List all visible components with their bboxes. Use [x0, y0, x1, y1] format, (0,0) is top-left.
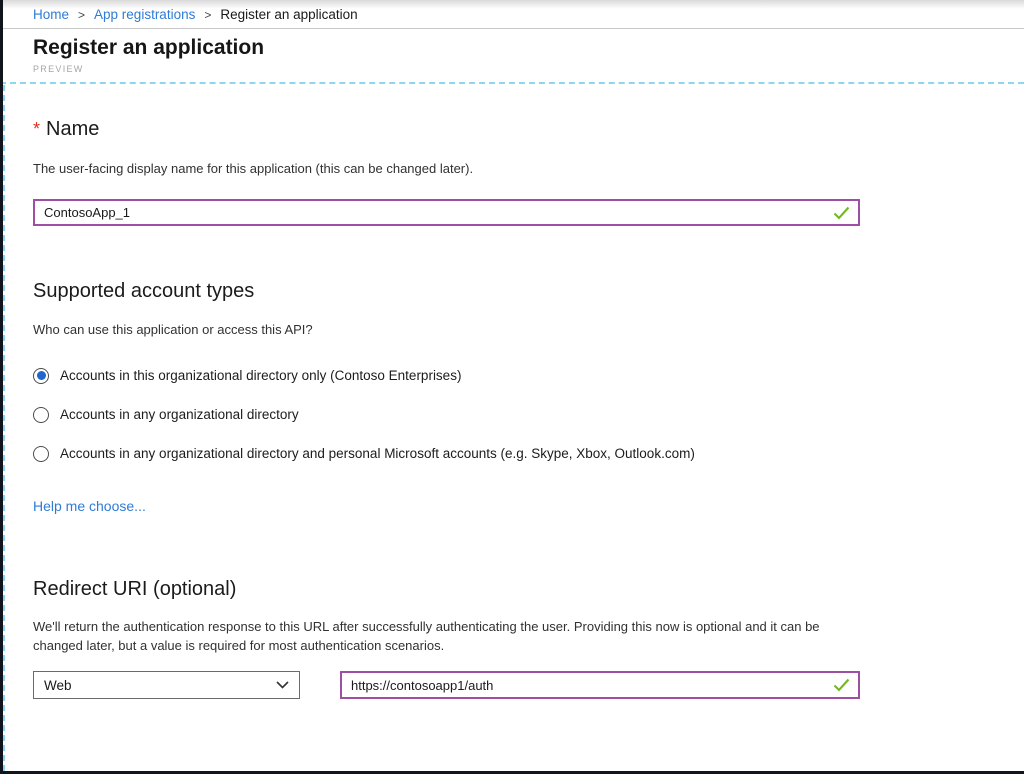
focus-dashed-top-border — [0, 82, 1024, 84]
account-types-section-title: Supported account types — [33, 279, 1024, 303]
breadcrumb-separator: > — [78, 7, 85, 22]
preview-badge: PREVIEW — [33, 64, 1024, 74]
radio-option-label: Accounts in any organizational directory — [60, 407, 299, 422]
redirect-type-select[interactable]: Web — [33, 671, 300, 699]
required-asterisk: * — [33, 119, 40, 139]
form-content: * Name The user-facing display name for t… — [0, 117, 1024, 699]
name-section-title-text: Name — [46, 118, 99, 140]
help-me-choose-link[interactable]: Help me choose... — [33, 498, 146, 514]
radio-option-label: Accounts in this organizational director… — [60, 368, 461, 383]
redirect-uri-description: We'll return the authentication response… — [33, 617, 851, 655]
radio-option-label: Accounts in any organizational directory… — [60, 446, 695, 461]
app-name-field-container — [33, 199, 860, 226]
radio-button-icon — [33, 407, 49, 423]
name-section-description: The user-facing display name for this ap… — [33, 159, 1024, 178]
redirect-type-selected-value: Web — [44, 678, 72, 693]
breadcrumb-app-registrations-link[interactable]: App registrations — [94, 7, 195, 22]
valid-checkmark-icon — [833, 206, 850, 220]
radio-option-this-directory-only[interactable]: Accounts in this organizational director… — [33, 366, 1024, 385]
focus-dashed-left-border — [3, 85, 5, 771]
chevron-down-icon — [276, 681, 289, 689]
breadcrumb-home-link[interactable]: Home — [33, 7, 69, 22]
radio-option-any-directory-and-personal[interactable]: Accounts in any organizational directory… — [33, 444, 1024, 463]
redirect-uri-input[interactable] — [351, 673, 825, 697]
name-section-title: * Name — [33, 117, 1024, 141]
breadcrumb-separator: > — [204, 7, 211, 22]
page-title: Register an application — [33, 35, 1024, 61]
account-types-description: Who can use this application or access t… — [33, 320, 1024, 339]
radio-button-icon — [33, 368, 49, 384]
redirect-uri-section-title: Redirect URI (optional) — [33, 577, 1024, 601]
radio-button-icon — [33, 446, 49, 462]
valid-checkmark-icon — [833, 678, 850, 692]
breadcrumb: Home > App registrations > Register an a… — [0, 0, 1024, 29]
redirect-uri-row: Web — [33, 671, 1024, 699]
radio-option-any-directory[interactable]: Accounts in any organizational directory — [33, 405, 1024, 424]
app-name-input[interactable] — [44, 201, 825, 224]
account-types-radio-group: Accounts in this organizational director… — [33, 366, 1024, 463]
page-header: Register an application PREVIEW — [0, 29, 1024, 74]
redirect-uri-field-container — [340, 671, 860, 699]
window-left-edge — [0, 0, 3, 774]
breadcrumb-current-page: Register an application — [220, 7, 357, 22]
